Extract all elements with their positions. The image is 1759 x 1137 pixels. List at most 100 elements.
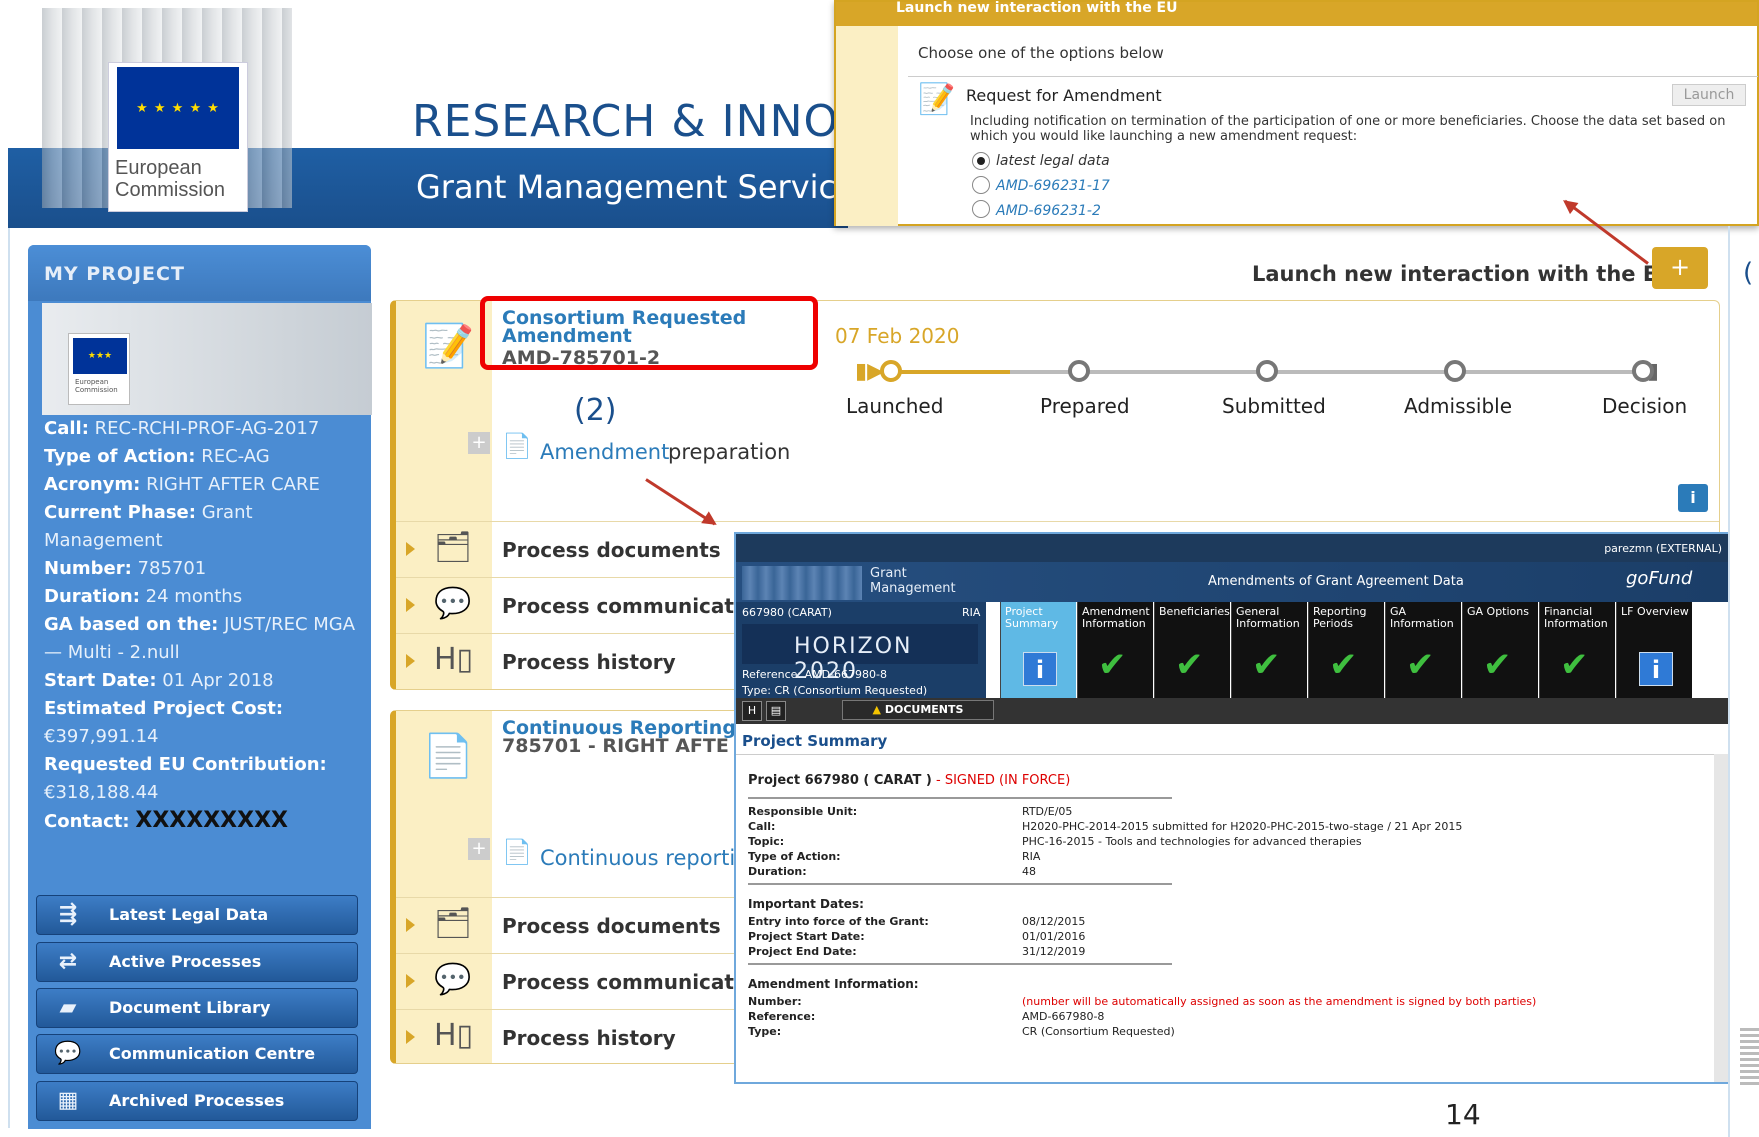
history-icon: H▯ (434, 642, 474, 677)
project-summary-content: Project 667980 ( CARAT ) - SIGNED (IN FO… (736, 754, 1728, 1082)
site-subtitle: Grant Management Service (416, 168, 856, 206)
radio-latest-legal-data[interactable] (972, 152, 990, 170)
highlight-box (480, 296, 818, 370)
left-border (8, 228, 10, 1128)
chat-icon: 💬 (434, 962, 472, 997)
tab-project-summary[interactable]: Project Summary i (1000, 602, 1076, 698)
project-image: ★★★ European Commission (42, 303, 372, 415)
project-id: 667980 (CARAT) (742, 606, 832, 619)
annotation-2: (2) (574, 393, 617, 428)
task-label: preparation (668, 440, 791, 464)
info-eu-contribution: Requested EU Contribution: €318,188.44 (44, 754, 327, 803)
field-value: 31/12/2019 (1022, 945, 1086, 958)
eu-flag-icon: ★★★ (73, 338, 127, 374)
expand-arrow-icon (406, 974, 415, 988)
field-label: Duration: (748, 865, 807, 878)
project-line: Project 667980 ( CARAT ) - SIGNED (IN FO… (748, 773, 1071, 788)
ec-logo-name: European Commission (115, 157, 226, 201)
info-icon[interactable]: i (1678, 484, 1708, 512)
edit-document-icon: 📝 (422, 321, 475, 370)
field-label: Type: (748, 1025, 782, 1038)
tab-amendment-information[interactable]: Amendment Information ✔ (1077, 602, 1153, 698)
field-value: PHC-16-2015 - Tools and technologies for… (1022, 835, 1362, 848)
document-library-button[interactable]: ▰ Document Library (36, 988, 358, 1028)
field-value: RIA (1022, 850, 1041, 863)
check-icon: ✔ (1098, 645, 1127, 685)
document-icon: 📄 (502, 432, 532, 460)
tab-lf-overview[interactable]: LF Overview i (1616, 602, 1692, 698)
field-label: Call: (748, 820, 776, 833)
step-label: Decision (1602, 394, 1688, 418)
project-info: Call: REC-RCHI-PROF-AG-2017 Type of Acti… (44, 415, 364, 836)
tab-financial-information[interactable]: Financial Information ✔ (1539, 602, 1615, 698)
option-description: Including notification on termination of… (970, 114, 1726, 144)
info-type-of-action: Type of Action: REC-AG (44, 446, 270, 467)
check-icon: ✔ (1406, 645, 1435, 685)
folder-icon: 🗂 (434, 906, 473, 941)
launch-button[interactable]: Launch (1672, 84, 1746, 106)
field-label: Number: (748, 995, 802, 1008)
history-icon[interactable]: H (742, 701, 762, 721)
edit-document-icon: 📝 (918, 82, 956, 117)
expand-plus-icon[interactable]: + (468, 432, 490, 454)
site-title: RESEARCH & INNOV (412, 96, 870, 147)
info-icon: i (1023, 652, 1057, 686)
tab-reporting-periods[interactable]: Reporting Periods ✔ (1308, 602, 1384, 698)
popup-hint: Choose one of the options below (918, 44, 1164, 62)
field-label: Type of Action: (748, 850, 841, 863)
check-icon: ✔ (1329, 645, 1358, 685)
card-reference: 785701 - RIGHT AFTE (502, 735, 729, 757)
divider (748, 797, 1172, 799)
field-value: CR (Consortium Requested) (1022, 1025, 1175, 1038)
document-edit-icon: 📄 (422, 731, 475, 780)
tab-ga-options[interactable]: GA Options ✔ (1462, 602, 1538, 698)
field-label: Topic: (748, 835, 785, 848)
documents-button[interactable]: ▲ DOCUMENTS (842, 700, 994, 720)
timeline-node-submitted (1256, 360, 1278, 382)
info-current-phase: Current Phase: Grant Management (44, 502, 253, 551)
mini-ec-logo: ★★★ European Commission (68, 333, 130, 405)
chat-icon: 💬 (434, 586, 472, 621)
active-processes-button[interactable]: ⇄ Active Processes (36, 942, 358, 982)
document-icon: 📄 (502, 838, 532, 866)
archived-processes-button[interactable]: ▦ Archived Processes (36, 1081, 358, 1121)
inner-type: Type: CR (Consortium Requested) (742, 684, 928, 697)
timeline-node-admissible (1444, 360, 1466, 382)
print-icon[interactable]: ▤ (766, 701, 786, 721)
ec-logo[interactable]: ★ ★ ★ ★ ★ European Commission (108, 62, 248, 212)
radio-amd-2[interactable] (972, 200, 990, 218)
expand-arrow-icon (406, 654, 415, 668)
launch-interaction-button[interactable]: + (1652, 247, 1708, 289)
inner-heading: Amendments of Grant Agreement Data (1208, 574, 1464, 589)
field-value: 01/01/2016 (1022, 930, 1086, 943)
radio-label: latest legal data (996, 153, 1110, 169)
inner-reference: Reference: AMD-667980-8 (742, 668, 888, 681)
popup-divider (908, 76, 1758, 77)
inner-brand-name: Grant Management (870, 566, 956, 596)
inner-brand-bar: Grant Management Amendments of Grant Agr… (736, 562, 1728, 602)
field-value: RTD/E/05 (1022, 805, 1073, 818)
communication-centre-button[interactable]: 💬 Communication Centre (36, 1034, 358, 1074)
tab-ga-information[interactable]: GA Information ✔ (1385, 602, 1461, 698)
tab-beneficiaries[interactable]: Beneficiaries ✔ (1154, 602, 1230, 698)
latest-legal-data-button[interactable]: ⇶ Latest Legal Data (36, 895, 358, 935)
info-icon: i (1639, 652, 1673, 686)
launch-popup: Launch new interaction with the EU Choos… (834, 0, 1759, 226)
info-acronym: Acronym: RIGHT AFTER CARE (44, 474, 320, 495)
eu-flag-icon: ★ ★ ★ ★ ★ (117, 67, 239, 149)
folder-icon: ▰ (59, 995, 77, 1020)
continuous-reporting-link[interactable]: Continuous reporti (540, 846, 735, 870)
step-label: Submitted (1222, 394, 1326, 418)
archive-icon: ▦ (57, 1088, 79, 1113)
radio-amd-17[interactable] (972, 176, 990, 194)
timeline-progress (890, 370, 1010, 374)
data-icon: ⇶ (58, 902, 78, 927)
amendment-link[interactable]: Amendment (540, 440, 669, 464)
info-ga-based: GA based on the: JUST/REC MGA — Multi - … (44, 614, 356, 663)
field-value: 48 (1022, 865, 1036, 878)
arrows-icon: ⇄ (58, 949, 78, 974)
expand-plus-icon[interactable]: + (468, 838, 490, 860)
section-title: Project Summary (742, 732, 888, 750)
tab-general-information[interactable]: General Information ✔ (1231, 602, 1307, 698)
history-icon: H▯ (434, 1018, 474, 1053)
